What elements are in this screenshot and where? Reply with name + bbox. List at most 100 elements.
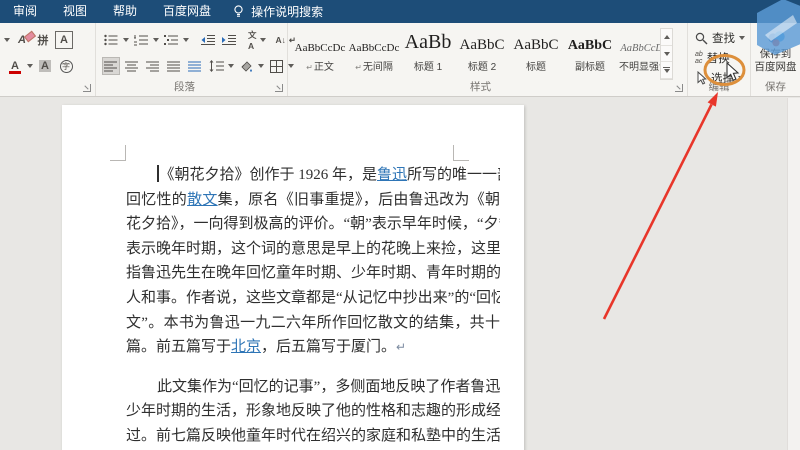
paragraph-return-mark: ↵ bbox=[396, 340, 406, 354]
chevron-down-icon[interactable] bbox=[4, 38, 10, 42]
baidu-netdisk-icon bbox=[765, 30, 787, 48]
increase-indent-button[interactable] bbox=[220, 31, 238, 49]
paragraph-group: 文A A↓ ↵ bbox=[96, 23, 288, 96]
margin-corner-mark-left bbox=[110, 145, 126, 161]
style-name: 副标题 bbox=[563, 58, 617, 73]
tab-review[interactable]: 审阅 bbox=[0, 0, 50, 23]
hyperlink-beijing[interactable]: 北京 bbox=[231, 339, 261, 355]
style-card-heading2[interactable]: AaBbC 标题 2 bbox=[455, 27, 509, 73]
text-line: 回忆性的散文集，原名《旧事重提》，后由鲁迅改为《朝 bbox=[126, 188, 500, 213]
numbering-button[interactable] bbox=[132, 31, 150, 49]
text-line: 文”。本书为鲁迅一九二六年所作回忆散文的结集，共十 bbox=[126, 311, 500, 336]
save-to-netdisk-button[interactable]: 保存到 百度网盘 bbox=[751, 23, 800, 73]
chevron-down-icon[interactable] bbox=[153, 38, 159, 42]
editing-group-label: 编辑 bbox=[688, 79, 750, 94]
text-line: 少年时期的生活，形象地反映了他的性格和志趣的形成经 bbox=[126, 399, 500, 424]
bullets-button[interactable] bbox=[102, 31, 120, 49]
character-shading-button[interactable]: A bbox=[36, 57, 54, 75]
more-styles-icon bbox=[663, 67, 670, 73]
sort-button[interactable]: A↓ bbox=[276, 35, 286, 45]
shading-button[interactable] bbox=[237, 57, 255, 75]
ribbon: A 拼 A A A 字 bbox=[0, 23, 800, 97]
chevron-down-icon[interactable] bbox=[27, 64, 33, 68]
find-button[interactable]: 查找 bbox=[688, 28, 750, 48]
style-preview: AaBbCcDc bbox=[293, 27, 347, 54]
character-border-button[interactable]: A bbox=[55, 31, 73, 49]
justify-button[interactable] bbox=[165, 57, 183, 75]
character-shading-glyph: A bbox=[39, 60, 51, 72]
text-line: 《朝花夕拾》创作于 1926 年，是鲁迅所写的唯一一部 bbox=[126, 163, 500, 188]
style-card-normal[interactable]: AaBbCcDc ↵正文 bbox=[293, 27, 347, 73]
style-preview: AaBbC bbox=[563, 27, 617, 54]
text-line: 过。前七篇反映他童年时代在绍兴的家庭和私塾中的生活 bbox=[126, 424, 500, 449]
chevron-down-icon[interactable] bbox=[258, 64, 264, 68]
vertical-scrollbar[interactable] bbox=[787, 98, 800, 450]
tab-help[interactable]: 帮助 bbox=[100, 0, 150, 23]
decrease-indent-button[interactable] bbox=[199, 31, 217, 49]
asian-layout-glyph: 文A bbox=[248, 29, 257, 51]
align-center-button[interactable] bbox=[123, 57, 141, 75]
text-line: 人和事。作者说，这些文章都是“从记忆中抄出来”的“回忆 bbox=[126, 286, 500, 311]
chevron-down-icon[interactable] bbox=[260, 38, 266, 42]
replace-label: 替换 bbox=[707, 50, 730, 66]
styles-group-label: 样式 bbox=[288, 79, 673, 94]
eraser-icon: A bbox=[18, 34, 26, 46]
chevron-down-icon[interactable] bbox=[228, 64, 234, 68]
font-color-button[interactable]: A bbox=[6, 57, 24, 75]
phonetic-guide-button[interactable]: 拼 bbox=[34, 31, 52, 49]
style-preview: AaBbCcDc bbox=[347, 27, 401, 54]
chevron-down-icon[interactable] bbox=[183, 38, 189, 42]
enclose-character-button[interactable]: 字 bbox=[57, 57, 75, 75]
save-button-line1: 保存到 bbox=[760, 48, 792, 61]
style-preview: AaBbC bbox=[509, 27, 563, 54]
line-spacing-button[interactable] bbox=[207, 57, 225, 75]
styles-dialog-launcher[interactable] bbox=[675, 84, 683, 92]
save-group: 保存到 百度网盘 保存 bbox=[751, 23, 800, 96]
styles-group: AaBbCcDc ↵正文 AaBbCcDc ↵无间隔 AaBb 标题 1 AaB… bbox=[288, 23, 688, 96]
save-button-line2: 百度网盘 bbox=[755, 61, 797, 74]
tab-view[interactable]: 视图 bbox=[50, 0, 100, 23]
document-page[interactable]: 《朝花夕拾》创作于 1926 年，是鲁迅所写的唯一一部 回忆性的散文集，原名《旧… bbox=[62, 105, 524, 450]
align-right-button[interactable] bbox=[144, 57, 162, 75]
style-name: 标题 bbox=[509, 58, 563, 73]
hyperlink-sanwen[interactable]: 散文 bbox=[187, 192, 218, 208]
style-preview: AaBbC bbox=[455, 27, 509, 54]
style-name: 标题 2 bbox=[455, 58, 509, 73]
paragraph-dialog-launcher[interactable] bbox=[275, 84, 283, 92]
hyperlink-luxun[interactable]: 鲁迅 bbox=[377, 167, 407, 183]
style-card-title[interactable]: AaBbC 标题 bbox=[509, 27, 563, 73]
phonetic-glyph: 拼 bbox=[38, 32, 49, 48]
style-gallery-more-button[interactable] bbox=[661, 62, 672, 79]
style-gallery-down-button[interactable] bbox=[661, 46, 672, 63]
font-dialog-launcher[interactable] bbox=[83, 84, 91, 92]
clear-formatting-button[interactable]: A bbox=[13, 31, 31, 49]
chevron-down-icon bbox=[739, 36, 745, 40]
replace-button[interactable]: abac 替换 bbox=[688, 48, 750, 68]
style-name: ↵无间隔 bbox=[347, 58, 401, 73]
enclose-character-glyph: 字 bbox=[60, 60, 73, 73]
style-gallery-scroll bbox=[660, 28, 673, 80]
style-gallery: AaBbCcDc ↵正文 AaBbCcDc ↵无间隔 AaBb 标题 1 AaB… bbox=[288, 23, 687, 73]
save-group-label: 保存 bbox=[751, 79, 800, 94]
replace-icon: abac bbox=[695, 51, 703, 65]
style-card-no-spacing[interactable]: AaBbCcDc ↵无间隔 bbox=[347, 27, 401, 73]
asian-layout-button[interactable]: 文A bbox=[248, 29, 257, 51]
text-line: 指鲁迅先生在晚年回忆童年时期、少年时期、青年时期的 bbox=[126, 261, 500, 286]
tab-baidu-netdisk[interactable]: 百度网盘 bbox=[150, 0, 224, 23]
search-icon bbox=[695, 32, 708, 45]
character-border-glyph: A bbox=[60, 34, 68, 46]
style-card-heading1[interactable]: AaBb 标题 1 bbox=[401, 27, 455, 73]
editing-group: 查找 abac 替换 选择 编辑 bbox=[688, 23, 751, 96]
style-name: 标题 1 bbox=[401, 58, 455, 73]
multilevel-list-button[interactable] bbox=[162, 31, 180, 49]
document-text[interactable]: 《朝花夕拾》创作于 1926 年，是鲁迅所写的唯一一部 回忆性的散文集，原名《旧… bbox=[126, 163, 500, 449]
tell-me-label: 操作说明搜索 bbox=[251, 3, 323, 20]
align-left-button[interactable] bbox=[102, 57, 120, 75]
style-card-subtitle[interactable]: AaBbC 副标题 bbox=[563, 27, 617, 73]
tell-me-search[interactable]: 操作说明搜索 bbox=[232, 3, 323, 20]
chevron-down-icon[interactable] bbox=[123, 38, 129, 42]
style-gallery-up-button[interactable] bbox=[661, 29, 672, 46]
distribute-button[interactable] bbox=[186, 57, 204, 75]
text-cursor bbox=[157, 165, 159, 182]
borders-button[interactable] bbox=[267, 57, 285, 75]
